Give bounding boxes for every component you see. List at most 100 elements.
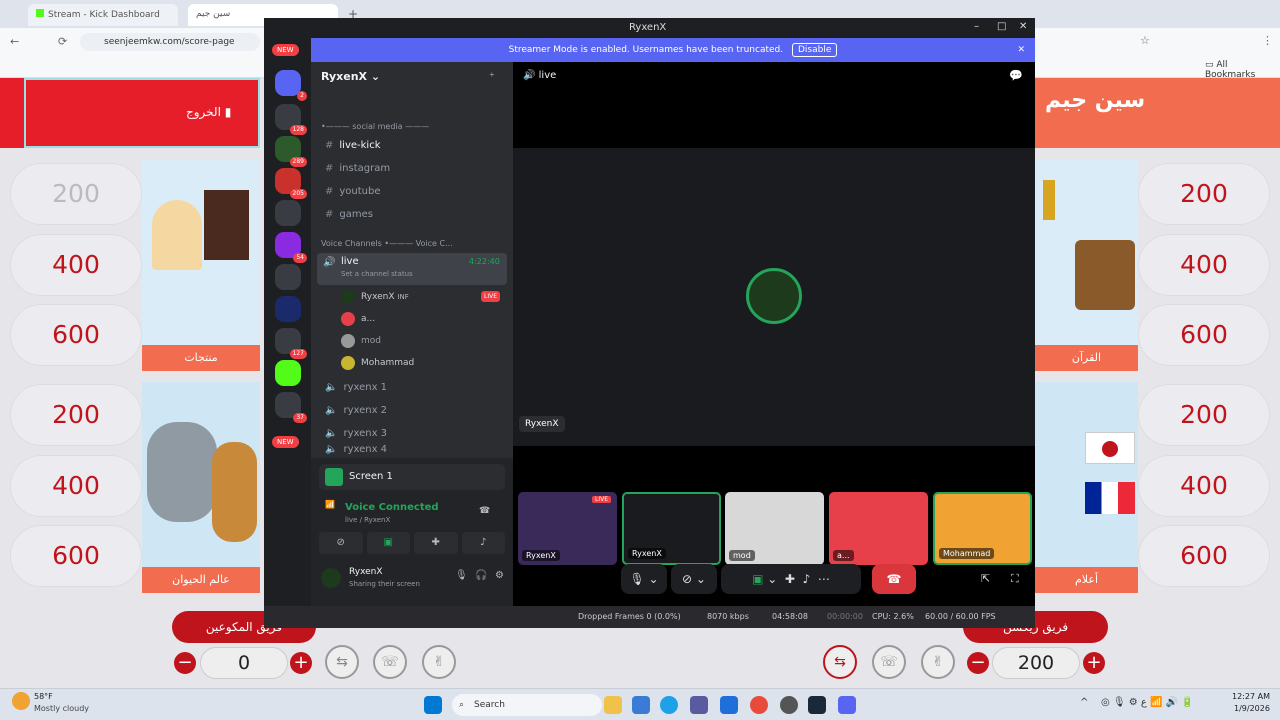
- close-icon[interactable]: ✕: [1019, 21, 1027, 32]
- server-icon[interactable]: 54: [275, 232, 307, 263]
- soundboard-icon[interactable]: ♪: [461, 532, 505, 554]
- all-bookmarks[interactable]: ▭ All Bookmarks: [1205, 60, 1280, 80]
- minus-button[interactable]: −: [174, 652, 196, 674]
- weather-temp[interactable]: 58°F: [34, 692, 53, 701]
- server-icon[interactable]: 205: [275, 168, 307, 199]
- score-cell[interactable]: 600: [10, 525, 142, 587]
- discord-icon[interactable]: [838, 696, 856, 714]
- settings-icon[interactable]: ⚙: [495, 570, 504, 581]
- voice-user[interactable]: a...: [341, 310, 375, 328]
- back-icon[interactable]: ←: [10, 35, 19, 48]
- screen-share-icon[interactable]: ▣: [366, 532, 410, 554]
- camera-button[interactable]: ⊘ ⌄: [671, 564, 717, 594]
- server-icon[interactable]: [275, 296, 301, 322]
- channel-live-kick[interactable]: # live-kick: [317, 136, 507, 156]
- server-icon[interactable]: [275, 200, 301, 226]
- server-icon[interactable]: 289: [275, 136, 307, 167]
- server-icon[interactable]: 128: [275, 104, 307, 135]
- plus-button[interactable]: +: [290, 652, 312, 674]
- score-cell[interactable]: 400: [10, 455, 142, 517]
- steam-icon[interactable]: [808, 696, 826, 714]
- screen-share-card[interactable]: Screen 1: [319, 464, 505, 490]
- exit-button[interactable]: الخروج ▮: [186, 105, 231, 119]
- category-image-quran[interactable]: [1035, 160, 1138, 345]
- score-cell[interactable]: 200: [1138, 384, 1270, 446]
- my-avatar[interactable]: [321, 568, 341, 588]
- maximize-icon[interactable]: □: [997, 21, 1006, 32]
- video-tile[interactable]: mod: [725, 492, 824, 565]
- disable-button[interactable]: Disable: [791, 43, 838, 57]
- server-icon[interactable]: 127: [275, 328, 307, 359]
- menu-icon[interactable]: ⋮: [1262, 34, 1273, 47]
- peace-icon[interactable]: ✌: [921, 645, 955, 679]
- minus-button[interactable]: −: [967, 652, 989, 674]
- server-icon[interactable]: 37: [275, 392, 307, 423]
- score-cell[interactable]: 600: [1138, 304, 1270, 366]
- headset-icon[interactable]: 🎧: [475, 570, 487, 581]
- category-image-animals[interactable]: [142, 382, 260, 567]
- phone-icon[interactable]: ☏: [373, 645, 407, 679]
- mic-icon[interactable]: 🎙: [455, 570, 468, 581]
- obs-icon[interactable]: [780, 696, 798, 714]
- activity-controls[interactable]: ▣ ⌄ ✚ ♪ ⋯: [721, 564, 861, 594]
- video-tile[interactable]: a...: [829, 492, 928, 565]
- browser-tab[interactable]: Stream - Kick Dashboard: [28, 4, 178, 26]
- video-tile[interactable]: RyxenX: [622, 492, 721, 565]
- category-image-flags[interactable]: [1035, 382, 1138, 567]
- server-icon[interactable]: [275, 264, 301, 290]
- channel-status[interactable]: Set a channel status: [341, 270, 413, 278]
- clock-time[interactable]: 12:27 AM: [1232, 692, 1270, 701]
- edge-icon[interactable]: [660, 696, 678, 714]
- score-cell[interactable]: 200: [1138, 163, 1270, 225]
- score-cell[interactable]: 400: [1138, 455, 1270, 517]
- voice-user[interactable]: RyxenX INF LIVE: [341, 288, 501, 306]
- chat-icon[interactable]: 💬: [1009, 69, 1023, 82]
- star-icon[interactable]: ☆: [1140, 34, 1150, 47]
- fullscreen-icon[interactable]: ⛶: [1011, 572, 1019, 586]
- video-tile[interactable]: LIVE RyxenX: [518, 492, 617, 565]
- start-icon[interactable]: [424, 696, 442, 714]
- file-explorer-icon[interactable]: [604, 696, 622, 714]
- swap-icon[interactable]: ⇆: [325, 645, 359, 679]
- chrome-icon[interactable]: [750, 696, 768, 714]
- voice-user[interactable]: Mohammad: [341, 354, 414, 372]
- activity-icon[interactable]: ✚: [414, 532, 458, 554]
- swap-icon[interactable]: ⇆: [823, 645, 857, 679]
- channel-instagram[interactable]: # instagram: [317, 159, 507, 179]
- url-field[interactable]: seenjeemkw.com/score-page: [80, 33, 260, 51]
- mail-icon[interactable]: [720, 696, 738, 714]
- disconnect-icon[interactable]: ☎: [479, 506, 490, 516]
- app-icon[interactable]: [632, 696, 650, 714]
- phone-icon[interactable]: ☏: [872, 645, 906, 679]
- category-social[interactable]: •——— social media ———: [321, 122, 429, 131]
- server-icon[interactable]: 2: [275, 70, 307, 101]
- score-cell[interactable]: 400: [10, 234, 142, 296]
- score-cell[interactable]: 200: [10, 163, 142, 225]
- video-tile[interactable]: Mohammad: [933, 492, 1032, 565]
- voice-channel[interactable]: 🔈 ryxenx 3: [317, 424, 507, 444]
- server-name[interactable]: RyxenX ⌄: [321, 70, 380, 83]
- popout-icon[interactable]: ⇱: [981, 572, 990, 585]
- peace-icon[interactable]: ✌: [422, 645, 456, 679]
- minimize-icon[interactable]: –: [974, 21, 979, 32]
- voice-channel[interactable]: 🔈 ryxenx 4: [317, 444, 507, 456]
- score-cell[interactable]: 600: [1138, 525, 1270, 587]
- voice-channel[interactable]: 🔈 ryxenx 1: [317, 378, 507, 398]
- tray-chevron-icon[interactable]: ^: [1080, 697, 1088, 708]
- camera-off-icon[interactable]: ⊘: [319, 532, 363, 554]
- tray-icons[interactable]: ◎ 🎙 ⚙ ع 📶 🔊 🔋: [1101, 697, 1194, 708]
- focused-video[interactable]: [513, 148, 1035, 446]
- mic-button[interactable]: 🎙 ⌄: [621, 564, 667, 594]
- voice-user[interactable]: mod: [341, 332, 381, 350]
- reload-icon[interactable]: ⟳: [58, 35, 67, 48]
- score-cell[interactable]: 200: [10, 384, 142, 446]
- search-box[interactable]: ⌕ Search: [452, 694, 602, 716]
- close-icon[interactable]: ✕: [1017, 38, 1025, 62]
- plus-button[interactable]: +: [1083, 652, 1105, 674]
- voice-connected-title[interactable]: Voice Connected: [345, 502, 439, 513]
- leave-call-button[interactable]: ☎: [872, 564, 916, 594]
- voice-category[interactable]: Voice Channels •——— Voice C...: [321, 239, 453, 248]
- score-cell[interactable]: 600: [10, 304, 142, 366]
- score-cell[interactable]: 400: [1138, 234, 1270, 296]
- category-image-products[interactable]: [142, 160, 260, 345]
